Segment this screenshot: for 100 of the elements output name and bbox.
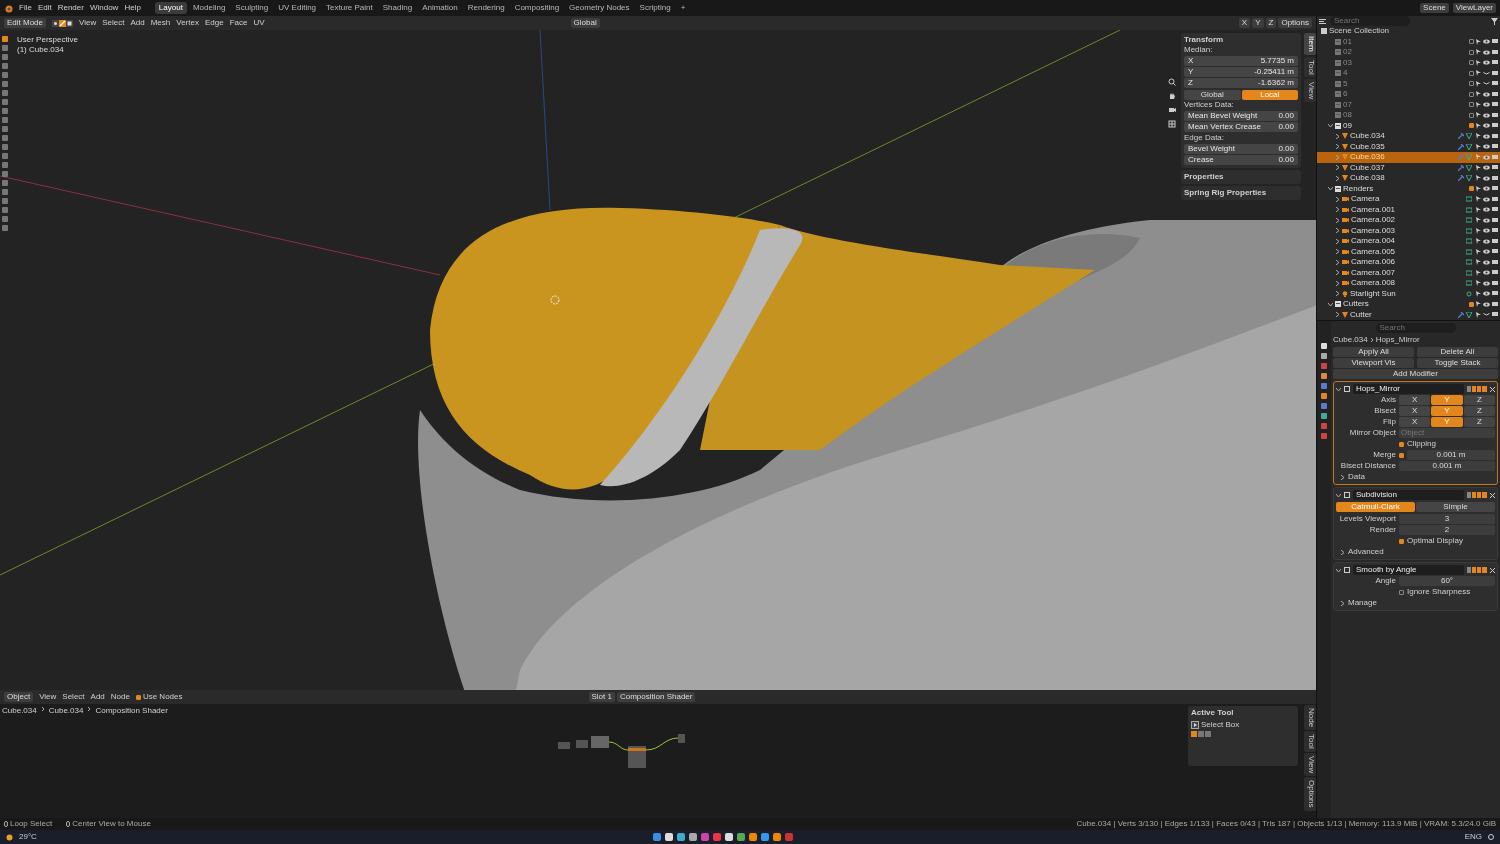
- workspace-tab[interactable]: Geometry Nodes: [565, 2, 634, 14]
- tree-row[interactable]: 01: [1317, 36, 1500, 47]
- menu-item[interactable]: View: [79, 18, 97, 28]
- axis-toggle[interactable]: X: [1399, 395, 1431, 405]
- slot-dropdown[interactable]: Slot 1: [588, 692, 615, 702]
- workspace-tab[interactable]: Texture Paint: [322, 2, 377, 14]
- eye-icon[interactable]: [1483, 123, 1490, 129]
- exclude-checkbox[interactable]: [1469, 123, 1474, 129]
- number-field[interactable]: Crease 0.00: [1184, 155, 1298, 165]
- subpanel-header[interactable]: Data: [1348, 472, 1365, 482]
- collapsed-panel-header[interactable]: Properties: [1181, 170, 1301, 184]
- tree-row[interactable]: Camera.007: [1317, 267, 1500, 278]
- number-field[interactable]: 0.001 m: [1407, 450, 1495, 460]
- tree-row[interactable]: Cube.038: [1317, 173, 1500, 184]
- collapsed-panel-header[interactable]: Spring Rig Properties: [1181, 186, 1301, 200]
- menu-item[interactable]: Render: [57, 3, 84, 13]
- tree-row[interactable]: 08: [1317, 110, 1500, 121]
- eye-icon[interactable]: [1483, 301, 1490, 307]
- eye-icon[interactable]: [1483, 91, 1490, 97]
- workspace-tab[interactable]: Scripting: [635, 2, 675, 14]
- mirror-axis-toggle[interactable]: X: [1238, 18, 1251, 28]
- eye-icon[interactable]: [1483, 165, 1490, 171]
- sidebar-tab[interactable]: Options: [1304, 777, 1316, 811]
- blender-logo-icon[interactable]: [4, 3, 13, 13]
- options-dropdown[interactable]: Options: [1278, 18, 1312, 28]
- display-mode-icon[interactable]: [1319, 17, 1328, 25]
- orientation-dropdown[interactable]: Global: [570, 18, 600, 28]
- tree-row[interactable]: Cube.037: [1317, 162, 1500, 173]
- exclude-checkbox[interactable]: [1469, 112, 1474, 118]
- select-mode-icons[interactable]: [1191, 731, 1211, 739]
- eye-icon[interactable]: [1483, 259, 1490, 265]
- eye-icon[interactable]: [1483, 217, 1490, 223]
- axis-toggle[interactable]: Z: [1463, 406, 1495, 416]
- tree-row[interactable]: Camera: [1317, 194, 1500, 205]
- exclude-checkbox[interactable]: [1469, 91, 1474, 97]
- number-field[interactable]: Z -1.6362 m: [1184, 78, 1298, 88]
- sidebar-tab[interactable]: View: [1304, 752, 1316, 776]
- tree-row[interactable]: Camera.005: [1317, 246, 1500, 257]
- exclude-checkbox[interactable]: [1469, 102, 1474, 108]
- close-icon[interactable]: [1490, 492, 1495, 498]
- tree-row[interactable]: Camera.003: [1317, 225, 1500, 236]
- checkbox[interactable]: [1399, 452, 1404, 458]
- scene-selector[interactable]: Scene: [1420, 3, 1449, 13]
- modifier-name-field[interactable]: Smooth by Angle: [1353, 565, 1464, 575]
- mode-dropdown[interactable]: Object: [4, 692, 34, 702]
- search-field[interactable]: Search: [1330, 16, 1410, 26]
- eye-icon[interactable]: [1483, 270, 1490, 276]
- tree-row[interactable]: 6: [1317, 89, 1500, 100]
- select-vertex-mode-icon[interactable]: [52, 19, 60, 27]
- tree-row[interactable]: 09: [1317, 120, 1500, 131]
- modifier-toggle-icons[interactable]: [1467, 492, 1487, 498]
- exclude-checkbox[interactable]: [1469, 186, 1474, 192]
- sidebar-tab[interactable]: View: [1304, 79, 1316, 103]
- number-field[interactable]: 3: [1399, 514, 1495, 524]
- action-button[interactable]: Toggle Stack: [1417, 358, 1498, 368]
- menu-item[interactable]: File: [19, 3, 32, 13]
- menu-item[interactable]: Edge: [204, 18, 224, 28]
- menu-item[interactable]: Mesh: [150, 18, 171, 28]
- action-button[interactable]: Viewport Vis: [1333, 358, 1414, 368]
- checkbox[interactable]: [135, 694, 141, 700]
- caret-icon[interactable]: [1336, 386, 1341, 392]
- checkbox[interactable]: [1399, 589, 1404, 595]
- hand-icon[interactable]: [1168, 92, 1176, 100]
- camera-icon[interactable]: [1168, 106, 1176, 114]
- breadcrumb-item[interactable]: Cube.034: [2, 706, 37, 716]
- search-field[interactable]: Search: [1375, 323, 1456, 333]
- eye-icon[interactable]: [1483, 144, 1490, 150]
- exclude-checkbox[interactable]: [1469, 49, 1474, 55]
- menu-item[interactable]: Window: [89, 3, 119, 13]
- material-selector[interactable]: Composition Shader: [616, 692, 696, 702]
- menu-item[interactable]: Add: [90, 692, 105, 702]
- modifier-wrench-icon[interactable]: [1458, 311, 1464, 318]
- tree-item[interactable]: Scene Collection: [1329, 26, 1498, 37]
- axis-toggle[interactable]: Z: [1463, 417, 1495, 427]
- sidebar-tab[interactable]: Item: [1304, 33, 1316, 55]
- modifier-toggle-icons[interactable]: [1467, 386, 1487, 392]
- modifier-wrench-icon[interactable]: [1458, 175, 1464, 182]
- caret-icon[interactable]: [1340, 474, 1345, 480]
- menu-item[interactable]: Select: [62, 692, 85, 702]
- space-toggle[interactable]: Global: [1184, 90, 1241, 100]
- mirror-axis-toggle[interactable]: Y: [1252, 18, 1264, 28]
- exclude-checkbox[interactable]: [1469, 60, 1474, 66]
- axis-toggle[interactable]: Z: [1463, 395, 1495, 405]
- breadcrumb-item[interactable]: Composition Shader: [95, 706, 168, 716]
- menu-item[interactable]: Vertex: [176, 18, 199, 28]
- number-field[interactable]: Bevel Weight 0.00: [1184, 144, 1298, 154]
- exclude-checkbox[interactable]: [1469, 81, 1474, 87]
- breadcrumb-item[interactable]: Cube.034: [48, 706, 84, 716]
- eye-icon[interactable]: [1483, 102, 1490, 108]
- workspace-tab[interactable]: Rendering: [463, 2, 509, 14]
- eye-icon[interactable]: [1483, 175, 1490, 181]
- number-field[interactable]: Mean Vertex Crease 0.00: [1184, 122, 1298, 132]
- checkbox[interactable]: [1399, 538, 1404, 544]
- tree-row[interactable]: Camera.004: [1317, 236, 1500, 247]
- workspace-tab[interactable]: Modeling: [188, 2, 230, 14]
- tree-row[interactable]: Cube.034: [1317, 131, 1500, 142]
- tree-row[interactable]: 5: [1317, 78, 1500, 89]
- menu-item[interactable]: Add: [130, 18, 145, 28]
- mirror-axis-toggle[interactable]: Z: [1265, 18, 1277, 28]
- tree-row[interactable]: Camera.008: [1317, 278, 1500, 289]
